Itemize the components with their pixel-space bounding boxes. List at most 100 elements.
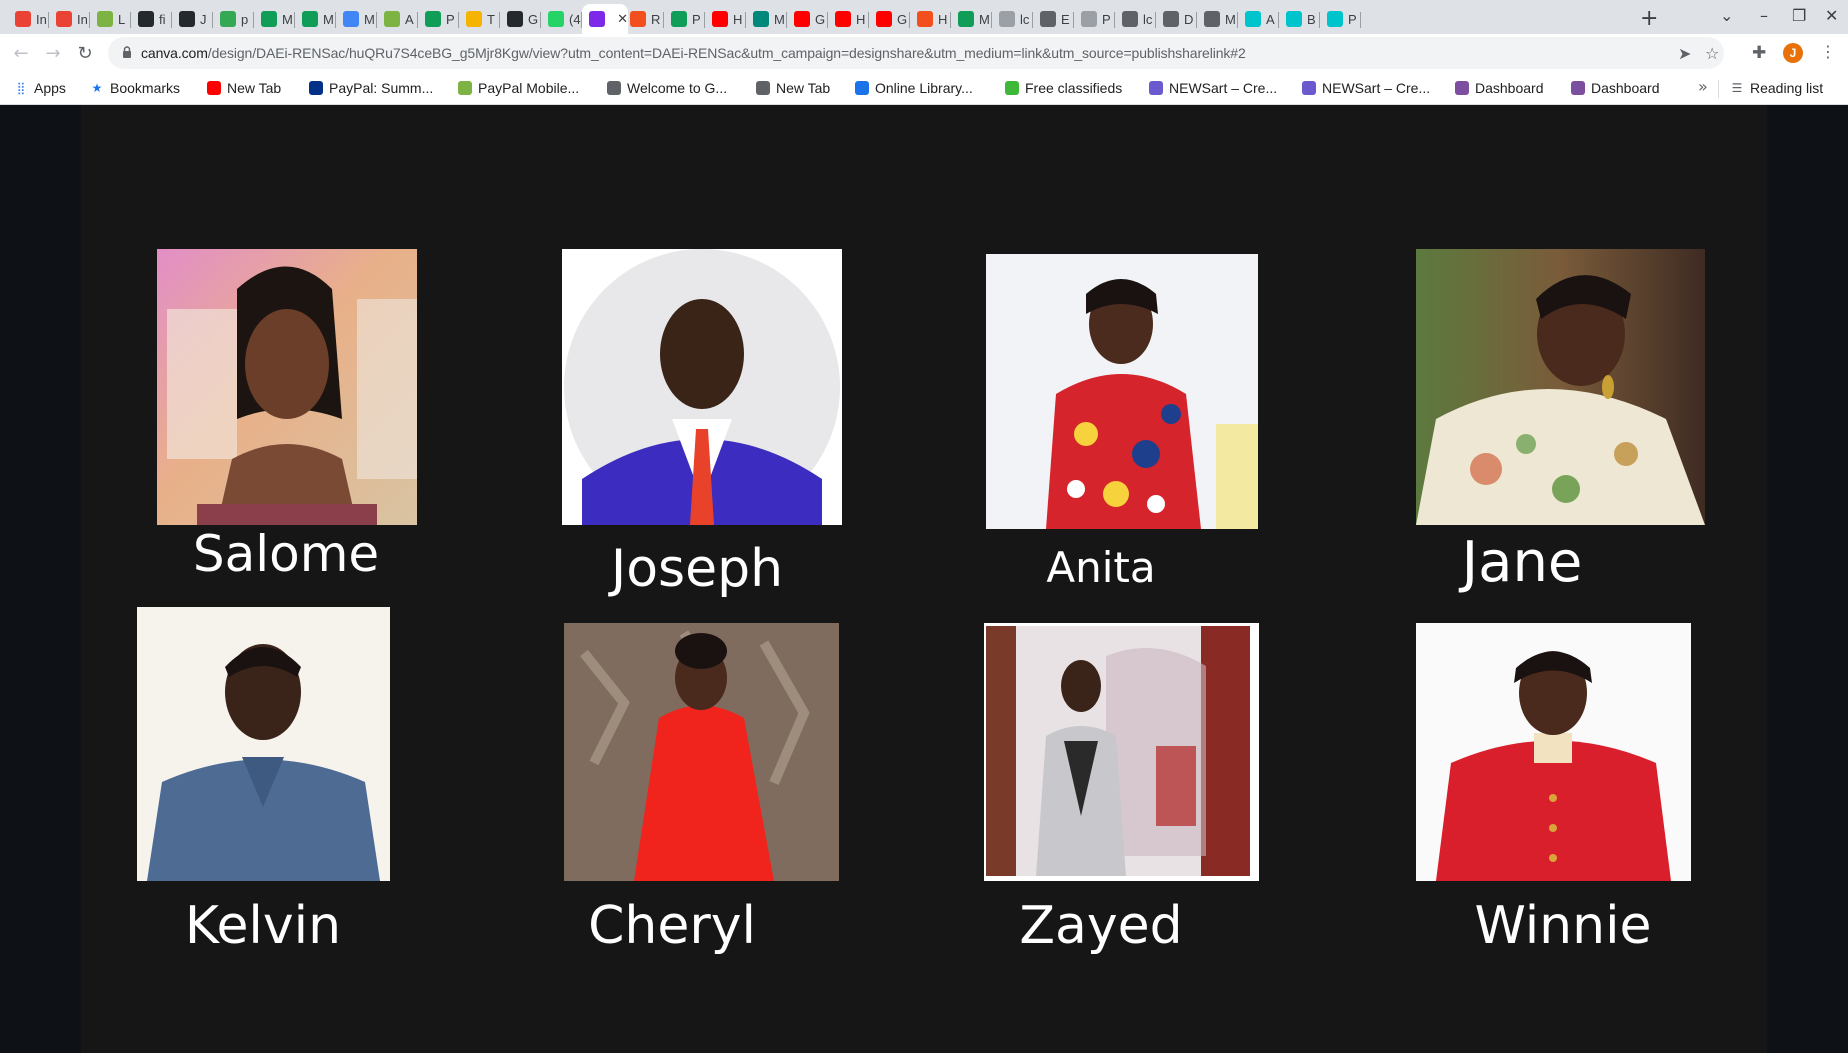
url-text: canva.com/design/DAEi-RENSac/huQRu7S4ceB… (141, 45, 1246, 61)
tab-title: G (528, 11, 539, 27)
bookmark-item[interactable]: Free classifieds (1005, 77, 1122, 99)
bookmark-item[interactable]: ★ Bookmarks (90, 77, 180, 99)
bookmark-item[interactable]: Dashboard (1571, 77, 1660, 99)
tab-title: M (1225, 11, 1236, 27)
person-name-salome: Salome (192, 525, 380, 583)
sheets-plus-icon (302, 11, 318, 27)
bookmark-item[interactable]: New Tab (756, 77, 830, 99)
browser-tab[interactable]: (4 (541, 4, 582, 34)
browser-tab[interactable]: M (1197, 4, 1238, 34)
browser-tab[interactable]: E (1033, 4, 1074, 34)
browser-tab[interactable]: G (787, 4, 828, 34)
browser-tab[interactable]: P (1074, 4, 1115, 34)
menu-dots-icon[interactable]: ⋮ (1820, 42, 1836, 61)
browser-tab[interactable]: M (295, 4, 336, 34)
profile-avatar[interactable]: J (1783, 43, 1803, 63)
globe-icon (1204, 11, 1220, 27)
bookmark-item[interactable]: NEWSart – Cre... (1302, 77, 1430, 99)
bookmark-star-icon[interactable]: ☆ (1705, 44, 1719, 63)
reading-list-button[interactable]: ☰ Reading list (1730, 77, 1824, 99)
bookmark-item[interactable]: Welcome to G... (607, 77, 727, 99)
browser-tab[interactable]: M (254, 4, 295, 34)
browser-tab[interactable]: H (705, 4, 746, 34)
bookmark-item[interactable]: PayPal Mobile... (458, 77, 579, 99)
bookmark-item[interactable]: Dashboard (1455, 77, 1544, 99)
person-name-cheryl: Cheryl (588, 896, 756, 956)
browser-tab[interactable]: B (1279, 4, 1320, 34)
sheets-plus-icon (671, 11, 687, 27)
tab-title: M (282, 11, 293, 27)
canva-icon (1286, 11, 1302, 27)
browser-tab[interactable]: A (1238, 4, 1279, 34)
browser-tab[interactable]: A (377, 4, 418, 34)
sheets-plus-icon (261, 11, 277, 27)
browser-tab[interactable]: M (746, 4, 787, 34)
browser-tab[interactable]: T (459, 4, 500, 34)
browser-tab[interactable]: p (213, 4, 254, 34)
more-bookmarks-icon[interactable]: » (1698, 77, 1708, 96)
send-icon[interactable]: ➤ (1678, 44, 1691, 63)
bookmark-item[interactable]: NEWSart – Cre... (1149, 77, 1277, 99)
tab-title: p (241, 11, 249, 27)
bookmark-item[interactable]: ⣿ Apps (14, 77, 66, 99)
tab-title: P (446, 11, 455, 27)
gmail-icon (56, 11, 72, 27)
tab-title: M (364, 11, 375, 27)
extensions-puzzle-icon[interactable]: ✚ (1752, 43, 1766, 63)
back-icon[interactable]: ← (10, 42, 32, 64)
tab-title: E (1061, 11, 1070, 27)
bookmark-item[interactable]: New Tab (207, 77, 281, 99)
bookmarks-bar: ⣿ Apps ★ Bookmarks New Tab PayPal: Summ... Pay… (0, 72, 1848, 105)
plant-icon (97, 11, 113, 27)
bookmark-label: PayPal Mobile... (478, 80, 580, 96)
bookmark-item[interactable]: PayPal: Summ... (309, 77, 433, 99)
browser-tab[interactable]: G (869, 4, 910, 34)
tab-search-icon[interactable]: ⌄ (1720, 6, 1733, 25)
bookmark-label: Dashboard (1591, 80, 1660, 96)
photo-jane (1416, 249, 1705, 525)
browser-tab[interactable]: H (910, 4, 951, 34)
tab-title: M (979, 11, 990, 27)
slides-icon (466, 11, 482, 27)
browser-tab[interactable]: M (336, 4, 377, 34)
browser-tab[interactable]: lc (992, 4, 1033, 34)
bookmark-item[interactable]: Online Library... (855, 77, 973, 99)
reload-icon[interactable]: ↻ (74, 42, 96, 64)
globe-icon (1040, 11, 1056, 27)
browser-tab[interactable]: P (418, 4, 459, 34)
tab-title: M (774, 11, 785, 27)
jiji-icon (1005, 81, 1019, 95)
new-tab-button[interactable]: + (1640, 6, 1658, 31)
browser-tab[interactable]: lc (1115, 4, 1156, 34)
browser-tab[interactable]: In (8, 4, 49, 34)
forward-icon[interactable]: → (42, 42, 64, 64)
dashboard-icon (1571, 81, 1585, 95)
address-bar[interactable]: canva.com/design/DAEi-RENSac/huQRu7S4ceB… (108, 37, 1724, 69)
youtube-icon (794, 11, 810, 27)
restore-icon[interactable]: ❐ (1792, 6, 1806, 25)
browser-tab[interactable]: P (664, 4, 705, 34)
browser-tab[interactable]: R (623, 4, 664, 34)
github-icon (179, 11, 195, 27)
youtube-icon (835, 11, 851, 27)
browser-tab[interactable]: ✕ (582, 4, 628, 34)
minimize-icon[interactable]: – (1760, 6, 1768, 25)
tab-title: lc (1020, 11, 1030, 27)
browser-tab[interactable]: In (49, 4, 90, 34)
browser-tab[interactable]: fi (131, 4, 172, 34)
globe-icon (607, 81, 621, 95)
presentation-slide: Salome Joseph Anita Jane Kelvin Cheryl Z… (81, 105, 1767, 1053)
browser-tab[interactable]: H (828, 4, 869, 34)
tab-title: B (1307, 11, 1316, 27)
tab-title: L (118, 11, 126, 27)
youtube-icon (712, 11, 728, 27)
browser-tab[interactable]: L (90, 4, 131, 34)
browser-tab[interactable]: G (500, 4, 541, 34)
close-window-icon[interactable]: ✕ (1825, 6, 1838, 25)
browser-tab[interactable]: M (951, 4, 992, 34)
browser-tab[interactable]: J (172, 4, 213, 34)
browser-tab[interactable]: P (1320, 4, 1361, 34)
reading-list-icon: ☰ (1731, 81, 1743, 95)
person-name-anita: Anita (1046, 543, 1156, 592)
browser-tab[interactable]: D (1156, 4, 1197, 34)
